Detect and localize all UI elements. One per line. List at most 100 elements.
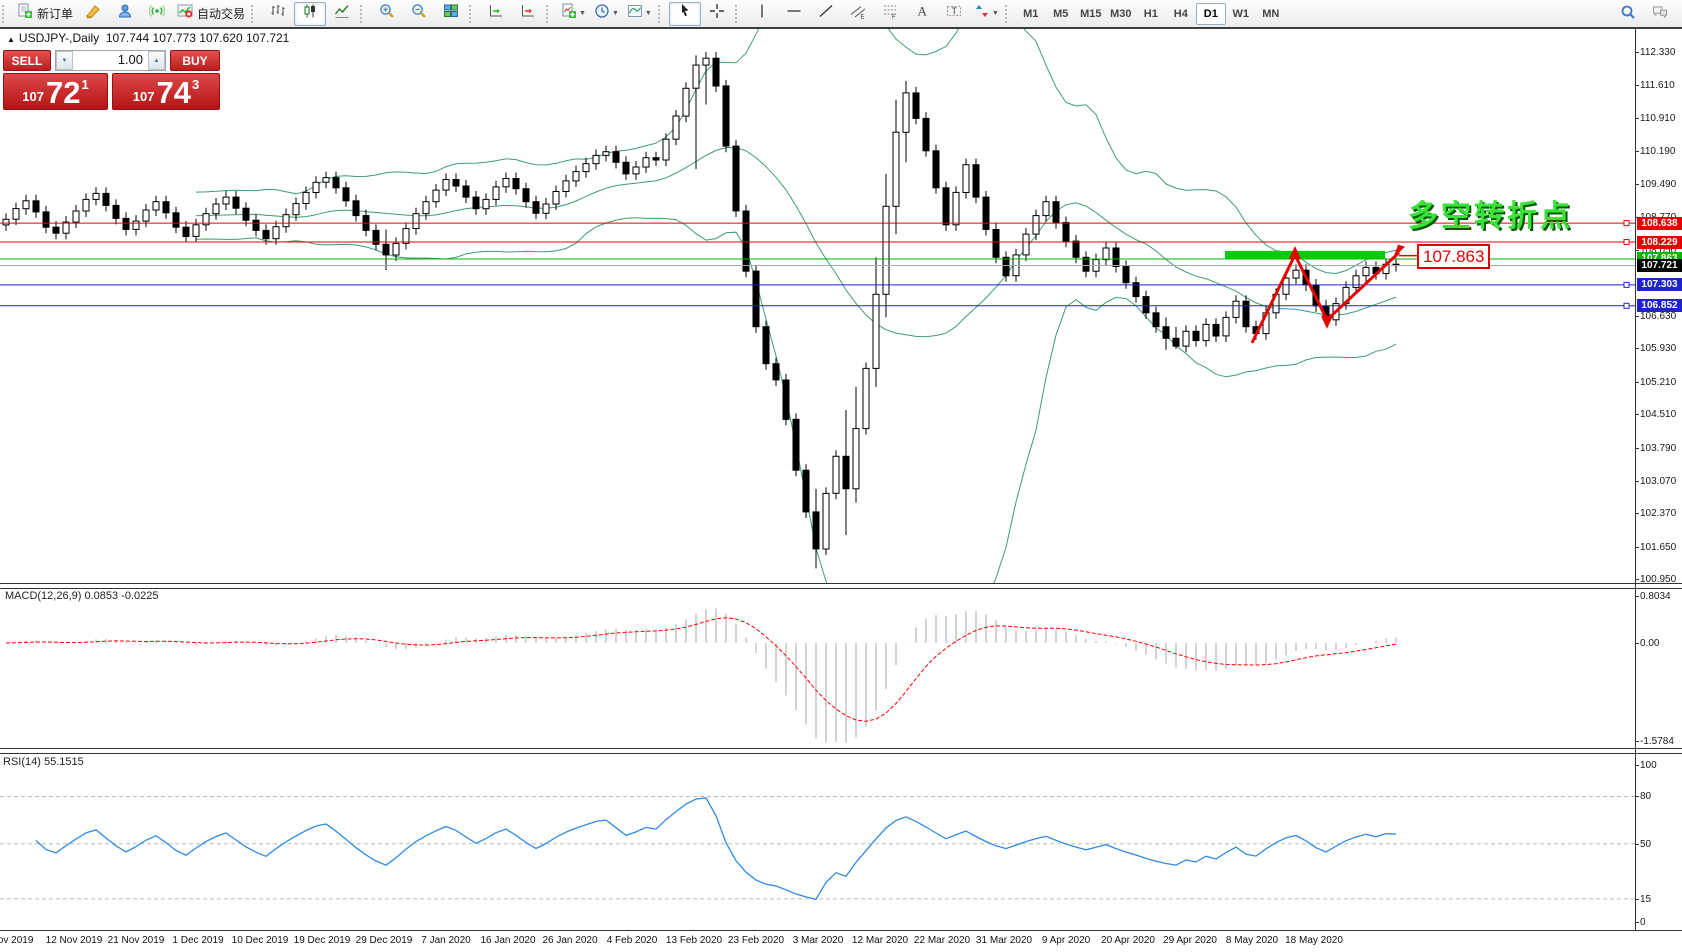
toolbar-grip (360, 5, 367, 23)
rsi-label: RSI(14) 55.1515 (3, 756, 84, 768)
level-handle[interactable] (1624, 282, 1629, 287)
timeframe-m15-button[interactable]: M15 (1076, 3, 1106, 25)
rsi-tick: 100 (1640, 760, 1682, 771)
search-button[interactable] (1612, 2, 1644, 26)
vline-button[interactable] (746, 2, 778, 26)
date-axis[interactable]: Nov 201912 Nov 201921 Nov 20191 Dec 2019… (0, 930, 1682, 952)
price-axis-line (1635, 29, 1636, 930)
chat-button[interactable] (1644, 2, 1676, 26)
periods-button[interactable]: ▼ (590, 2, 623, 26)
cursor-button[interactable] (669, 2, 701, 26)
arrows-dropdown-icon[interactable]: ▼ (992, 10, 999, 17)
svg-text:E: E (860, 15, 864, 20)
price-tick: 104.510 (1640, 409, 1682, 420)
support-zone-bar[interactable] (1225, 251, 1385, 259)
timeframe-h1-button[interactable]: H1 (1136, 3, 1166, 25)
line-chart-button[interactable] (326, 2, 358, 26)
macd-pane[interactable] (0, 587, 1635, 748)
axis-tickmark (1635, 741, 1639, 742)
axis-tickmark (1635, 643, 1639, 644)
rsi-pane[interactable] (0, 752, 1635, 930)
crosshair-button[interactable] (701, 2, 733, 26)
templates-button[interactable]: ▼ (623, 2, 656, 26)
axis-tickmark (1635, 250, 1639, 251)
styler-button[interactable] (77, 2, 109, 26)
level-handle[interactable] (1624, 240, 1629, 245)
arrows-button[interactable]: ▼ (970, 2, 1003, 26)
bid-prefix: 107 (22, 89, 44, 104)
pane-separator[interactable] (0, 583, 1682, 589)
price-tick: 103.070 (1640, 476, 1682, 487)
fibonacci-icon: F (882, 3, 898, 24)
auto-scroll-button[interactable] (480, 2, 512, 26)
price-badge-106.852: 106.852 (1637, 299, 1682, 312)
hline-button[interactable] (778, 2, 810, 26)
price-tick: 103.790 (1640, 443, 1682, 454)
toolbar-grip (251, 5, 258, 23)
ohlc-values: 107.744 107.773 107.620 107.721 (106, 31, 290, 45)
autotrade-button[interactable]: 自动交易 (173, 2, 249, 26)
date-label: 12 Nov 2019 (46, 935, 103, 946)
toolbar-grip (1005, 5, 1012, 23)
zigzag-arrow[interactable] (1252, 253, 1399, 343)
one-click-toggle-icon[interactable]: ▲ (7, 35, 15, 44)
periods-dropdown-icon[interactable]: ▼ (612, 10, 619, 17)
symbol-title: USDJPY-,Daily (19, 31, 99, 45)
timeframe-w1-button[interactable]: W1 (1226, 3, 1256, 25)
zoom-out-button[interactable] (403, 2, 435, 26)
ask-sup: 3 (192, 77, 199, 92)
date-label: 22 Mar 2020 (914, 935, 970, 946)
price-tag-annotation[interactable]: 107.863 (1417, 244, 1490, 269)
axis-tickmark (1635, 481, 1639, 482)
crosshair-icon (709, 3, 725, 24)
text-button[interactable]: A (906, 2, 938, 26)
ask-price-button[interactable]: 107 74 3 (112, 73, 220, 110)
indicators-dropdown-icon[interactable]: ▼ (579, 10, 586, 17)
volume-increase-button[interactable]: ▲ (148, 51, 165, 70)
candles-button[interactable] (294, 2, 326, 26)
price-chart[interactable] (0, 29, 1635, 583)
community-button[interactable] (109, 2, 141, 26)
date-label: 7 Jan 2020 (421, 935, 471, 946)
bars-button[interactable] (262, 2, 294, 26)
axis-tickmark (1635, 844, 1639, 845)
timeframe-m30-button[interactable]: M30 (1106, 3, 1136, 25)
trendline-button[interactable] (810, 2, 842, 26)
tile-windows-button[interactable] (435, 2, 467, 26)
volume-decrease-button[interactable]: ▼ (56, 51, 73, 70)
ask-prefix: 107 (133, 89, 155, 104)
indicators-button[interactable]: ▼ (557, 2, 590, 26)
turning-point-annotation[interactable]: 多空转折点 (1408, 191, 1573, 235)
timeframe-m1-button[interactable]: M1 (1016, 3, 1046, 25)
auto-scroll-icon (488, 3, 504, 24)
buy-button[interactable]: BUY (170, 50, 220, 71)
pane-separator[interactable] (0, 748, 1682, 754)
templates-dropdown-icon[interactable]: ▼ (645, 10, 652, 17)
signals-button[interactable] (141, 2, 173, 26)
volume-value[interactable]: 1.00 (73, 51, 148, 70)
price-badge-107.303: 107.303 (1637, 278, 1682, 291)
timeframe-d1-button[interactable]: D1 (1196, 3, 1226, 25)
date-label: 26 Jan 2020 (542, 935, 597, 946)
new-order-button[interactable]: 新订单 (13, 2, 77, 26)
timeframe-h4-button[interactable]: H4 (1166, 3, 1196, 25)
fibonacci-button[interactable]: F (874, 2, 906, 26)
sell-button[interactable]: SELL (3, 50, 51, 71)
timeframe-mn-button[interactable]: MN (1256, 3, 1286, 25)
price-tick: 110.910 (1640, 113, 1682, 124)
bid-price-button[interactable]: 107 72 1 (3, 73, 108, 110)
level-handle[interactable] (1624, 303, 1629, 308)
chart-shift-button[interactable] (512, 2, 544, 26)
channel-button[interactable]: E (842, 2, 874, 26)
chart-header: ▲ USDJPY-,Daily 107.744 107.773 107.620 1… (7, 31, 289, 45)
zoom-in-button[interactable] (371, 2, 403, 26)
price-badge-108.638: 108.638 (1637, 217, 1682, 230)
bid-sup: 1 (81, 77, 88, 92)
price-tick: 106.630 (1640, 311, 1682, 322)
axis-tickmark (1635, 184, 1639, 185)
main-toolbar: 新订单 自动交易 ▼ ▼ ▼ E FAT ▼ M1M5M15M30H1H4D1W1MN (0, 0, 1682, 29)
level-handle[interactable] (1624, 221, 1629, 226)
timeframe-m5-button[interactable]: M5 (1046, 3, 1076, 25)
axis-tickmark (1635, 922, 1639, 923)
label-button[interactable]: T (938, 2, 970, 26)
